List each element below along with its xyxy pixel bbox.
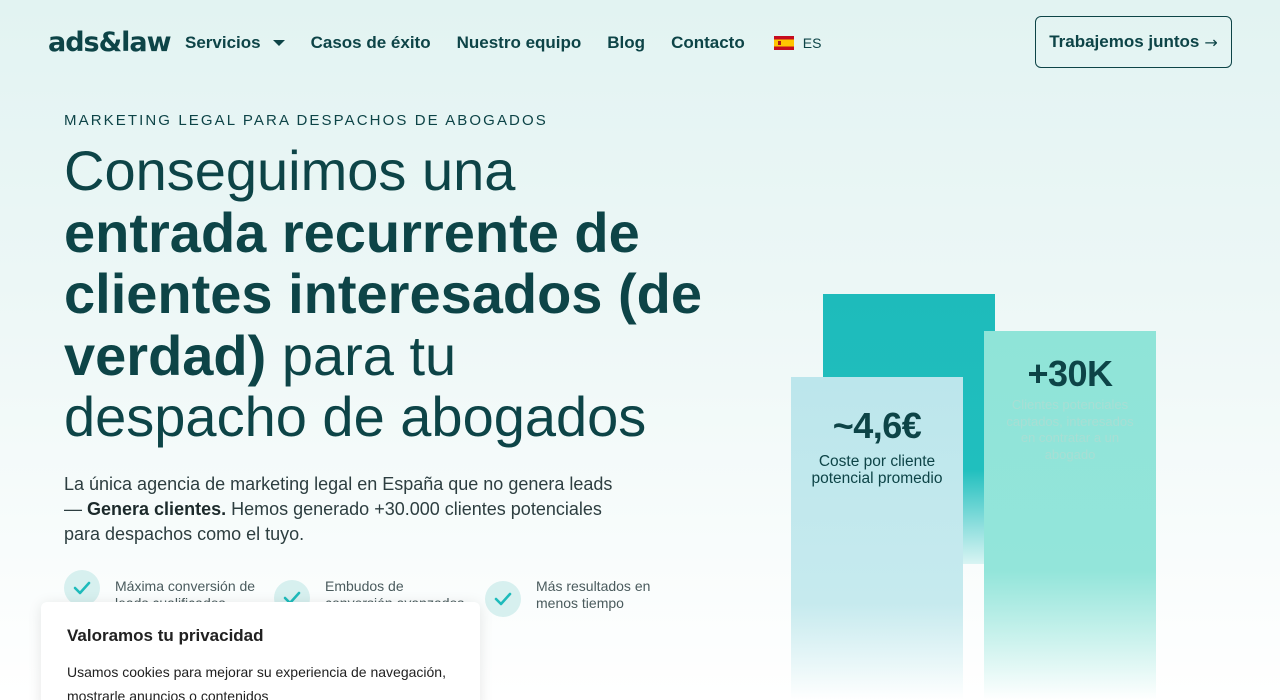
chevron-down-icon <box>272 40 285 46</box>
hero-lead: La única agencia de marketing legal en E… <box>64 472 624 547</box>
logo[interactable]: ads&law <box>48 28 172 58</box>
cookie-title: Valoramos tu privacidad <box>67 626 264 645</box>
stat-value: ~4,6€ <box>832 405 922 446</box>
cta-label: Trabajemos juntos <box>1049 32 1200 51</box>
trabajemos-juntos-button[interactable]: Trabajemos juntos → <box>1035 16 1232 68</box>
stat-value: +30K <box>1027 353 1113 394</box>
stats-visual: ~4,6€ Coste por cliente potencial promed… <box>780 280 1180 700</box>
cookie-text: Usamos cookies para mejorar su experienc… <box>67 664 446 700</box>
nav-item-blog[interactable]: Blog <box>607 33 645 53</box>
arrow-right-icon: → <box>1204 32 1218 52</box>
nav-item-casos-de-exito[interactable]: Casos de éxito <box>311 33 431 53</box>
stat-label: Coste por cliente potencial promedio <box>811 453 943 487</box>
check-icon <box>64 570 100 606</box>
headline-part-1: Conseguimos una <box>64 139 516 202</box>
nav-item-servicios[interactable]: Servicios <box>185 33 285 53</box>
check-icon <box>485 581 521 617</box>
language-selector[interactable]: ES <box>773 35 822 51</box>
feature-text: Más resultados en menos tiempo <box>536 578 651 611</box>
site-header: ads&law Servicios Casos de éxito Nuestro… <box>0 0 1280 86</box>
main-nav: Servicios Casos de éxito Nuestro equipo … <box>185 31 821 55</box>
hero-eyebrow: MARKETING LEGAL PARA DESPACHOS DE ABOGAD… <box>64 112 548 129</box>
hero-headline: Conseguimos una entrada recurrente de cl… <box>64 140 704 448</box>
nav-item-label: Servicios <box>185 33 261 52</box>
language-code: ES <box>802 35 822 51</box>
nav-item-contacto[interactable]: Contacto <box>671 33 745 53</box>
stat-card-clients: +30K Clientes potenciales captados, inte… <box>984 331 1156 700</box>
cookie-banner: Valoramos tu privacidad Usamos cookies p… <box>41 602 480 700</box>
stat-label: Clientes potenciales captados, interesad… <box>1006 397 1134 462</box>
feature-item: Más resultados en menos tiempo <box>485 570 666 617</box>
stat-card-cost: ~4,6€ Coste por cliente potencial promed… <box>791 377 963 700</box>
spain-flag-icon <box>773 36 794 50</box>
nav-item-nuestro-equipo[interactable]: Nuestro equipo <box>457 33 582 53</box>
lead-bold: Genera clientes. <box>87 499 227 519</box>
